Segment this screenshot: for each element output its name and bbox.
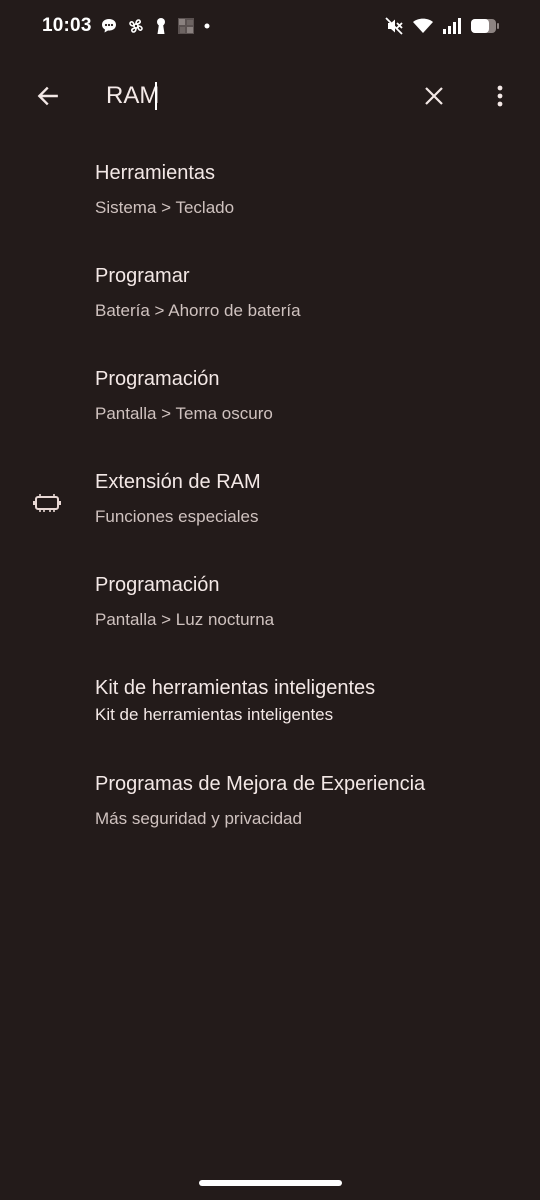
result-title: Herramientas [95,162,216,184]
keyhole-icon [154,17,168,35]
result-title: Programar [95,265,190,287]
pinwheel-icon [127,17,145,35]
result-subtitle: Kit de herramientas inteligentes [95,705,334,724]
more-options-button[interactable] [476,72,524,120]
status-bar: 10:03 [0,0,540,52]
result-subtitle: Sistema > Teclado [95,198,235,217]
text-cursor [155,82,157,110]
more-vert-icon [496,84,504,108]
result-title: Kit de herramientas inteligentes [95,677,376,699]
result-item-programas-de-mejora[interactable]: Programas de Mejora de Experiencia Más s… [0,751,540,854]
memory-chip-icon [32,491,62,515]
battery-icon [470,17,500,35]
result-subtitle: Pantalla > Luz nocturna [95,610,275,629]
result-item-kit-de-herramientas[interactable]: Kit de herramientas inteligentes Kit de … [0,655,540,751]
search-results-list: Herramientas Sistema > Teclado Programar… [0,140,540,854]
status-time: 10:03 [42,15,92,36]
chat-bubble-icon [100,17,118,35]
result-subtitle: Más seguridad y privacidad [95,809,302,828]
search-input[interactable] [106,78,386,114]
result-subtitle: Pantalla > Tema oscuro [95,404,273,423]
result-item-herramientas[interactable]: Herramientas Sistema > Teclado [0,140,540,243]
result-title: Programas de Mejora de Experiencia [95,773,426,795]
close-icon [423,85,445,107]
status-notification-icons [100,14,210,38]
dot-icon [204,23,210,29]
vibrate-off-icon [384,16,404,36]
result-item-programacion-luz-nocturna[interactable]: Programación Pantalla > Luz nocturna [0,552,540,655]
result-title: Programación [95,574,220,596]
clear-search-button[interactable] [410,72,458,120]
back-button[interactable] [24,72,72,120]
back-arrow-icon [35,83,61,109]
signal-icon [442,17,462,35]
home-indicator[interactable] [199,1180,342,1186]
wifi-icon [412,17,434,35]
result-item-programar[interactable]: Programar Batería > Ahorro de batería [0,243,540,346]
result-title: Programación [95,368,220,390]
result-subtitle: Batería > Ahorro de batería [95,301,301,320]
result-title: Extensión de RAM [95,471,261,493]
image-thumbnail-icon [177,17,195,35]
search-bar [0,64,540,128]
result-item-extension-de-ram[interactable]: Extensión de RAM Funciones especiales [0,449,540,552]
status-system-icons [384,14,500,38]
result-item-programacion-tema-oscuro[interactable]: Programación Pantalla > Tema oscuro [0,346,540,449]
result-subtitle: Funciones especiales [95,507,259,526]
